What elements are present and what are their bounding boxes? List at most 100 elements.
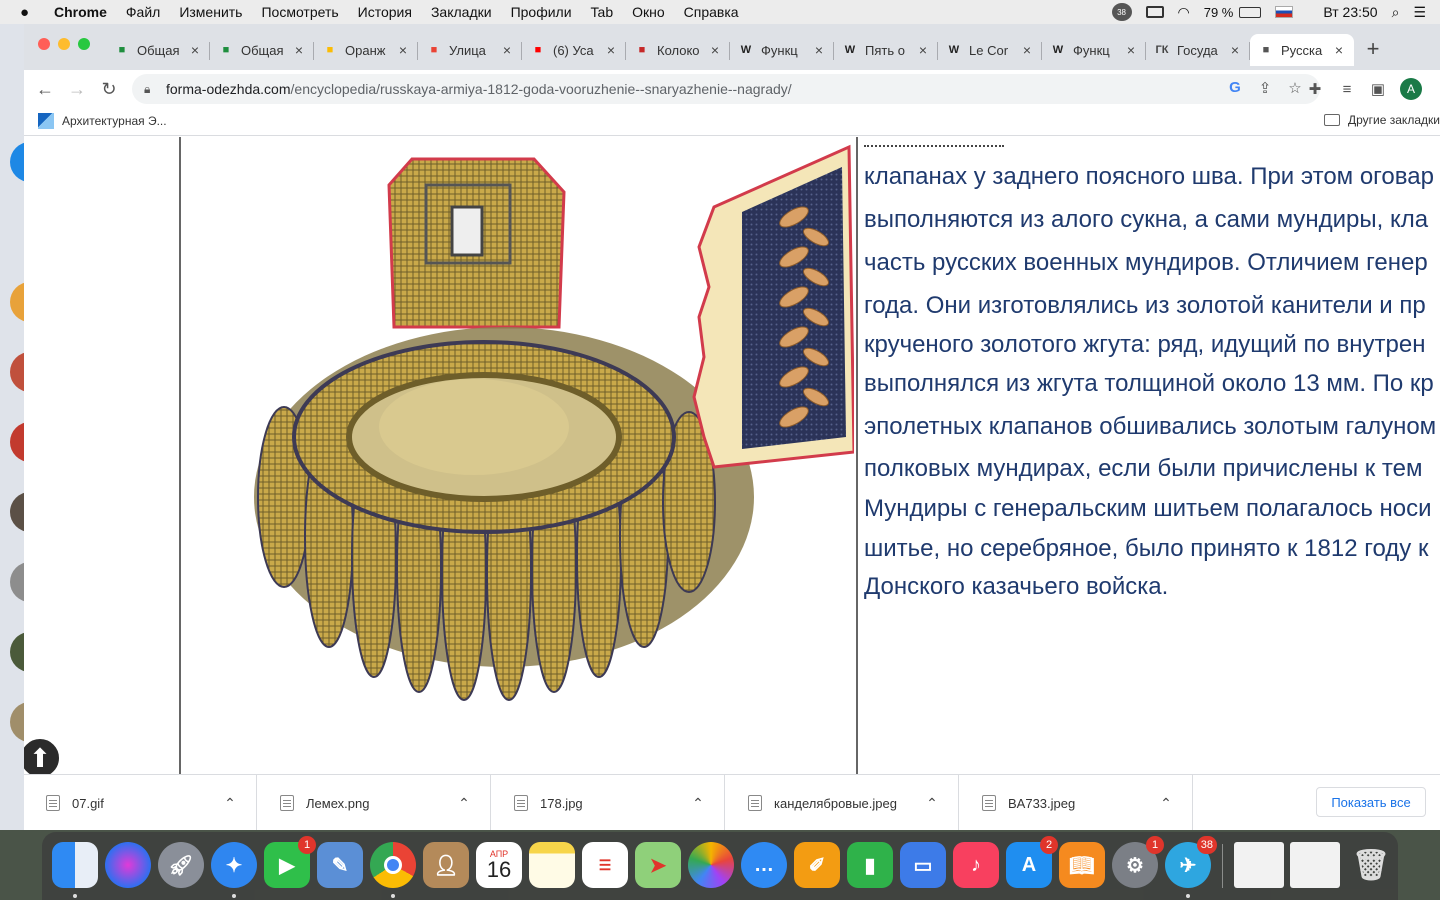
menu-file[interactable]: Файл <box>126 4 160 20</box>
menu-history[interactable]: История <box>358 4 412 20</box>
tab[interactable]: ГК Госуда × <box>1146 34 1250 66</box>
other-bookmarks-folder[interactable]: Другие закладки <box>1324 113 1440 127</box>
tab[interactable]: ■ Общая × <box>106 34 210 66</box>
close-tab-icon[interactable]: × <box>1332 42 1346 58</box>
apple-menu-icon[interactable]: ● <box>20 4 38 21</box>
music-icon[interactable]: ♪ <box>953 842 999 888</box>
menu-app-name[interactable]: Chrome <box>54 4 107 20</box>
launchpad-icon[interactable]: 🚀︎ <box>158 842 204 888</box>
contacts-icon[interactable]: 👤︎ <box>423 842 469 888</box>
lock-icon[interactable]: 🔒︎ <box>144 82 158 97</box>
battery-percent[interactable]: 79 % <box>1204 5 1234 20</box>
chevron-up-icon[interactable]: ⌃ <box>922 795 942 812</box>
close-tab-icon[interactable]: × <box>604 42 618 58</box>
tab[interactable]: W Le Cor × <box>938 34 1042 66</box>
address-bar[interactable]: 🔒︎ forma-odezhda.com/encyclopedia/russka… <box>132 74 1320 104</box>
forward-button[interactable]: → <box>64 76 90 102</box>
menu-tab[interactable]: Tab <box>591 4 614 20</box>
tab[interactable]: W Функц × <box>1042 34 1146 66</box>
minimize-window-button[interactable] <box>58 38 70 50</box>
books-icon[interactable]: 📖︎ <box>1059 842 1105 888</box>
pages-icon[interactable]: ✐ <box>794 842 840 888</box>
google-translate-icon[interactable]: G <box>1220 79 1250 97</box>
clock[interactable]: Вт 23:50 <box>1323 4 1377 20</box>
menu-help[interactable]: Справка <box>684 4 739 20</box>
telegram-icon[interactable]: ✈ 38 <box>1165 836 1217 888</box>
reading-list-icon[interactable]: ≡ <box>1336 78 1358 100</box>
tab[interactable]: ■ Оранж × <box>314 34 418 66</box>
tab[interactable]: ■ (6) Уса × <box>522 34 626 66</box>
tab[interactable]: ■ Колоко × <box>626 34 730 66</box>
new-tab-button[interactable]: + <box>1358 34 1388 64</box>
profile-avatar[interactable]: A <box>1400 78 1422 100</box>
spotlight-search-icon[interactable]: ⌕ <box>1392 4 1400 21</box>
desktop-item <box>10 282 24 322</box>
close-tab-icon[interactable]: × <box>1228 42 1242 58</box>
download-item[interactable]: 178.jpg ⌃ <box>492 775 725 830</box>
close-tab-icon[interactable]: × <box>396 42 410 58</box>
control-center-icon[interactable]: ☰ <box>1413 4 1426 21</box>
back-button[interactable]: ← <box>32 76 58 102</box>
download-item[interactable]: 07.gif ⌃ <box>24 775 257 830</box>
close-tab-icon[interactable]: × <box>916 42 930 58</box>
menu-window[interactable]: Окно <box>632 4 665 20</box>
tab[interactable]: ■ Улица × <box>418 34 522 66</box>
photos-icon[interactable] <box>688 842 734 888</box>
notification-icon[interactable]: 38 <box>1111 3 1132 21</box>
menu-view[interactable]: Посмотреть <box>261 4 338 20</box>
chevron-up-icon[interactable]: ⌃ <box>454 795 474 812</box>
battery-icon[interactable] <box>1239 6 1262 18</box>
close-tab-icon[interactable]: × <box>1124 42 1138 58</box>
keynote-icon[interactable]: ▭ <box>900 842 946 888</box>
side-panel-icon[interactable]: ▣ <box>1367 78 1389 100</box>
chevron-up-icon[interactable]: ⌃ <box>688 795 708 812</box>
chrome-icon[interactable] <box>370 842 416 888</box>
app-store-icon[interactable]: A2 <box>1006 836 1058 888</box>
numbers-icon[interactable]: ▮ <box>847 842 893 888</box>
minimized-window-thumbnail[interactable] <box>1234 842 1284 888</box>
url-text[interactable]: forma-odezhda.com/encyclopedia/russkaya-… <box>166 81 792 97</box>
preview-icon[interactable]: ✎ <box>317 842 363 888</box>
notes-icon[interactable] <box>529 842 575 888</box>
trash-icon[interactable]: 🗑︎ <box>1348 842 1394 888</box>
russian-flag-icon[interactable] <box>1275 6 1294 18</box>
system-preferences-icon[interactable]: ⚙ 1 <box>1112 836 1164 888</box>
close-tab-icon[interactable]: × <box>500 42 514 58</box>
close-tab-icon[interactable]: × <box>812 42 826 58</box>
menu-profiles[interactable]: Профили <box>511 4 572 20</box>
tab[interactable]: ■ Общая × <box>210 34 314 66</box>
close-tab-icon[interactable]: × <box>292 42 306 58</box>
facetime-icon[interactable]: ▶ 1 <box>264 836 316 888</box>
zoom-window-button[interactable] <box>78 38 90 50</box>
close-tab-icon[interactable]: × <box>708 42 722 58</box>
finder-icon[interactable] <box>52 842 98 888</box>
tab[interactable]: W Функц × <box>730 34 834 66</box>
wifi-icon[interactable]: ◠ <box>1178 4 1190 21</box>
download-item[interactable]: канделябровые.jpeg ⌃ <box>726 775 959 830</box>
siri-icon[interactable] <box>105 842 151 888</box>
tab-active[interactable]: ■ Русска × <box>1250 34 1354 66</box>
chevron-up-icon[interactable]: ⌃ <box>1156 795 1176 812</box>
maps-icon[interactable]: ➤ <box>635 842 681 888</box>
chevron-up-icon[interactable]: ⌃ <box>220 795 240 812</box>
extensions-puzzle-icon[interactable]: ✚ <box>1304 78 1326 100</box>
safari-icon[interactable]: ✦ <box>211 842 257 888</box>
download-item[interactable]: Лемех.png ⌃ <box>258 775 491 830</box>
scroll-to-top-button[interactable]: ⬆ <box>24 737 61 774</box>
tab[interactable]: W Пять о × <box>834 34 938 66</box>
close-tab-icon[interactable]: × <box>1020 42 1034 58</box>
keyboard-icon[interactable] <box>1145 6 1164 18</box>
close-tab-icon[interactable]: × <box>188 42 202 58</box>
calendar-icon[interactable]: АПР 16 <box>476 842 522 888</box>
reminders-icon[interactable]: ☰ <box>582 842 628 888</box>
messages-icon[interactable]: … <box>741 842 787 888</box>
show-all-downloads-button[interactable]: Показать все <box>1316 787 1426 817</box>
share-icon[interactable]: ⇪ <box>1250 79 1280 97</box>
close-window-button[interactable] <box>38 38 50 50</box>
download-item[interactable]: BA733.jpeg ⌃ <box>960 775 1193 830</box>
bookmark-item[interactable]: Архитектурная Э... <box>38 113 167 129</box>
minimized-window-thumbnail[interactable] <box>1290 842 1340 888</box>
reload-button[interactable]: ↻ <box>96 76 122 102</box>
menu-edit[interactable]: Изменить <box>179 4 242 20</box>
menu-bookmarks[interactable]: Закладки <box>431 4 492 20</box>
